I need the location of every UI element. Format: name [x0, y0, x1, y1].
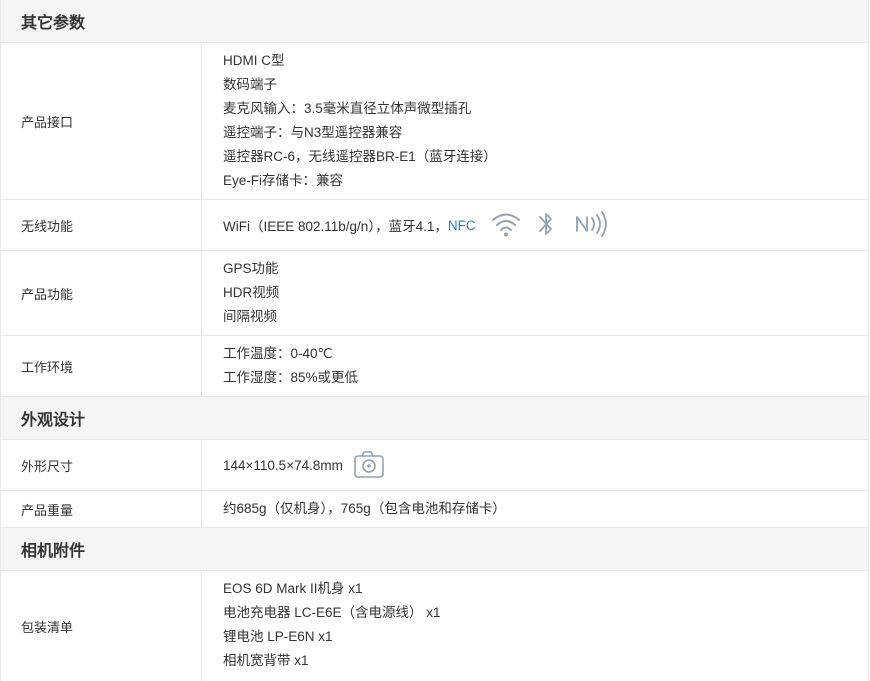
nfc-link[interactable]: NFC: [448, 218, 476, 233]
spec-label: 产品接口: [1, 43, 202, 199]
spec-label: 包装清单: [1, 571, 202, 681]
spec-row-environment: 工作环境 工作温度：0-40℃ 工作湿度：85%或更低: [1, 336, 868, 397]
spec-value: WiFi（IEEE 802.11b/g/n），蓝牙4.1， NFC: [202, 200, 868, 250]
section-title: 相机附件: [21, 543, 86, 560]
section-title: 外观设计: [21, 412, 86, 429]
spec-line: HDMI C型: [223, 53, 285, 68]
spec-line: Eye-Fi存储卡：兼容: [223, 173, 344, 188]
spec-value: GPS功能 HDR视频 间隔视频: [202, 251, 868, 335]
size-text: 144×110.5×74.8mm: [223, 457, 343, 473]
spec-label: 产品重量: [1, 491, 202, 527]
spec-line: 约685g（仅机身），765g（包含电池和存储卡）: [223, 501, 506, 516]
spec-row-package: 包装清单 EOS 6D Mark II机身 x1 电池充电器 LC-E6E（含电…: [1, 571, 868, 681]
spec-line: 工作湿度：85%或更低: [223, 370, 359, 385]
nfc-icon: [574, 210, 610, 240]
spec-value: EOS 6D Mark II机身 x1 电池充电器 LC-E6E（含电源线） x…: [202, 571, 868, 681]
spec-line: 锂电池 LP-E6N x1: [223, 629, 333, 644]
spec-line: 电池充电器 LC-E6E（含电源线） x1: [223, 605, 441, 620]
spec-line: 遥控端子：与N3型遥控器兼容: [223, 125, 403, 140]
section-header-other: 其它参数: [1, 0, 868, 43]
bluetooth-icon: [536, 209, 556, 242]
spec-table: 其它参数 产品接口 HDMI C型 数码端子 麦克风输入：3.5毫米直径立体声微…: [0, 0, 869, 681]
spec-line: GPS功能: [223, 261, 279, 276]
spec-label: 产品功能: [1, 251, 202, 335]
spec-value: 144×110.5×74.8mm: [202, 440, 868, 490]
spec-line: EOS 6D Mark II机身 x1: [223, 581, 363, 596]
wifi-icon: [490, 210, 522, 241]
spec-line: 遥控器RC-6，无线遥控器BR-E1（蓝牙连接）: [223, 149, 497, 164]
spec-label: 工作环境: [1, 336, 202, 396]
spec-label: 外形尺寸: [1, 440, 202, 490]
spec-value: 约685g（仅机身），765g（包含电池和存储卡）: [202, 491, 868, 527]
spec-label: 无线功能: [1, 200, 202, 250]
section-header-accessories: 相机附件: [1, 528, 868, 571]
spec-line: 间隔视频: [223, 309, 277, 324]
spec-row-size: 外形尺寸 144×110.5×74.8mm: [1, 440, 868, 491]
spec-line: HDR视频: [223, 285, 280, 300]
spec-line: 相机宽背带 x1: [223, 653, 309, 668]
spec-value: HDMI C型 数码端子 麦克风输入：3.5毫米直径立体声微型插孔 遥控端子：与…: [202, 43, 868, 199]
spec-row-weight: 产品重量 约685g（仅机身），765g（包含电池和存储卡）: [1, 491, 868, 528]
spec-value: 工作温度：0-40℃ 工作湿度：85%或更低: [202, 336, 868, 396]
section-header-design: 外观设计: [1, 397, 868, 440]
spec-row-functions: 产品功能 GPS功能 HDR视频 间隔视频: [1, 251, 868, 336]
spec-line: 麦克风输入：3.5毫米直径立体声微型插孔: [223, 101, 472, 116]
wireless-text: WiFi（IEEE 802.11b/g/n），蓝牙4.1，: [223, 219, 448, 234]
section-title: 其它参数: [21, 15, 86, 32]
camera-icon[interactable]: [353, 449, 385, 482]
spec-row-interfaces: 产品接口 HDMI C型 数码端子 麦克风输入：3.5毫米直径立体声微型插孔 遥…: [1, 43, 868, 200]
spec-row-wireless: 无线功能 WiFi（IEEE 802.11b/g/n），蓝牙4.1， NFC: [1, 200, 868, 251]
spec-line: 数码端子: [223, 77, 277, 92]
spec-line: 工作温度：0-40℃: [223, 346, 333, 361]
